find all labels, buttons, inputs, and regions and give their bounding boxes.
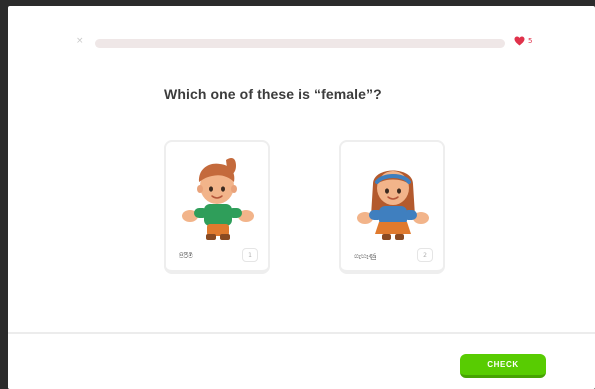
- boy-icon: [182, 158, 254, 240]
- progress-bar: [95, 39, 505, 48]
- lesson-window: × 5 Which one of these is “female”? පිරි…: [8, 6, 595, 389]
- choice-label-1: පිරිමි: [179, 252, 193, 260]
- heart-icon: [514, 36, 525, 46]
- hearts-counter: 5: [514, 36, 532, 46]
- choice-key-1: 1: [242, 248, 258, 262]
- choice-card-2[interactable]: ගැහැණු 2: [339, 140, 445, 274]
- hearts-count: 5: [528, 37, 533, 45]
- girl-icon: [357, 170, 429, 240]
- lesson-header: × 5: [8, 6, 595, 66]
- close-icon[interactable]: ×: [76, 36, 84, 46]
- choice-card-1[interactable]: පිරිමි 1: [164, 140, 270, 274]
- lesson-footer: CHECK: [8, 332, 595, 389]
- check-button[interactable]: CHECK: [460, 354, 546, 378]
- choice-key-2: 2: [417, 248, 433, 262]
- choice-label-2: ගැහැණු: [354, 252, 377, 260]
- question-text: Which one of these is “female”?: [164, 86, 382, 102]
